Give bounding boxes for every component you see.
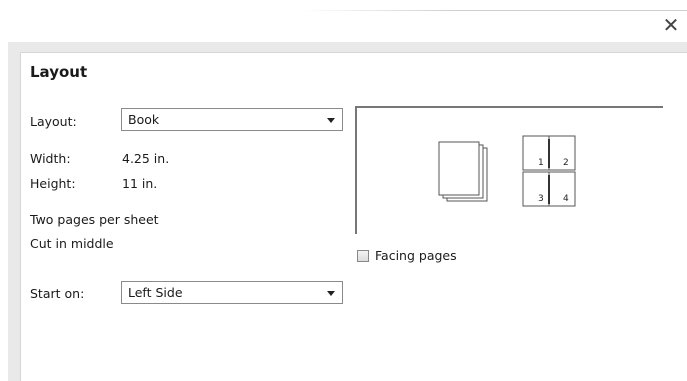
info-pages-per-sheet: Two pages per sheet xyxy=(30,212,159,227)
panel-title: Layout xyxy=(30,63,88,81)
layout-dropdown[interactable]: Book xyxy=(121,108,343,131)
page-stack-icon xyxy=(438,141,488,202)
layout-label: Layout: xyxy=(30,114,77,129)
close-button[interactable]: ✕ xyxy=(660,14,682,36)
width-label: Width: xyxy=(30,151,71,166)
width-value: 4.25 in. xyxy=(122,151,170,166)
start-on-label: Start on: xyxy=(30,286,85,301)
preview-graphic: 1 2 3 4 xyxy=(438,135,576,207)
start-on-dropdown[interactable]: Left Side xyxy=(121,281,343,304)
facing-pages-checkbox[interactable] xyxy=(357,250,369,262)
imposition-grid-icon: 1 2 3 4 xyxy=(522,135,576,207)
page-number-3: 3 xyxy=(538,194,544,204)
info-cut: Cut in middle xyxy=(30,236,114,251)
chevron-down-icon xyxy=(327,291,335,296)
layout-dropdown-value: Book xyxy=(128,112,160,127)
page-number-4: 4 xyxy=(563,194,569,204)
layout-preview: 1 2 3 4 xyxy=(355,106,663,234)
facing-pages-label[interactable]: Facing pages xyxy=(375,248,457,263)
page-number-1: 1 xyxy=(538,158,544,168)
chevron-down-icon xyxy=(327,118,335,123)
height-value: 11 in. xyxy=(122,176,158,191)
height-label: Height: xyxy=(30,176,76,191)
start-on-dropdown-value: Left Side xyxy=(128,285,183,300)
page-number-2: 2 xyxy=(563,158,569,168)
close-icon: ✕ xyxy=(662,13,680,37)
title-bar-divider xyxy=(300,10,687,11)
